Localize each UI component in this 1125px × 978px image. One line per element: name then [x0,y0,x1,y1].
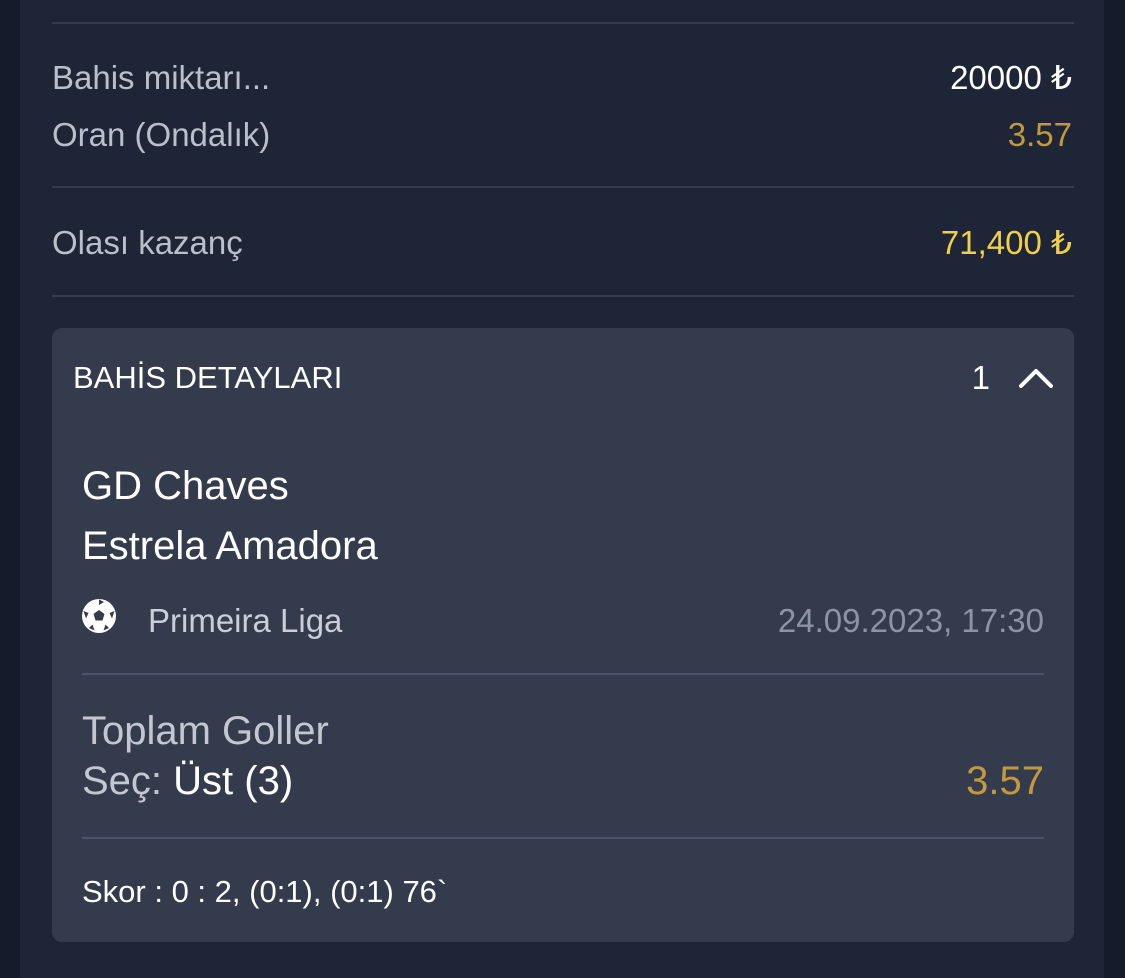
odds-value: 3.57 [1007,116,1072,153]
odds-label: Oran (Ondalık) [52,116,271,153]
league-name: Primeira Liga [148,602,343,639]
event-divider [82,673,1044,675]
payout-value: 71,400 ₺ [940,224,1072,261]
selection-prefix: Seç: [82,759,174,803]
bet-slip-panel: Bahis miktarı... 20000 ₺ Oran (Ondalık) … [20,0,1104,978]
market-name: Toplam Goller [82,709,329,753]
away-team-name: Estrela Amadora [82,524,378,568]
selection-value: Üst (3) [173,759,294,803]
home-team-name: GD Chaves [82,464,289,508]
chevron-up-icon[interactable] [1018,364,1054,392]
event-datetime: 24.09.2023, 17:30 [777,602,1044,639]
live-score: Skor : 0 : 2, (0:1), (0:1) 76` [82,874,448,909]
bet-details-count: 1 [971,359,990,396]
bet-divider [82,837,1044,839]
selection-odds: 3.57 [966,759,1044,803]
stake-label: Bahis miktarı... [52,59,271,96]
payout-divider [52,295,1074,297]
summary-divider [52,186,1074,188]
soccer-ball-icon [82,599,116,633]
payout-label: Olası kazanç [52,224,243,261]
top-divider [52,22,1074,24]
selection: Seç: Üst (3) [82,758,293,804]
bet-details-title[interactable]: BAHİS DETAYLARI [73,358,342,398]
stake-value: 20000 ₺ [950,59,1072,96]
bet-details-card: BAHİS DETAYLARI 1 GD Chaves Estrela Amad… [52,328,1074,942]
